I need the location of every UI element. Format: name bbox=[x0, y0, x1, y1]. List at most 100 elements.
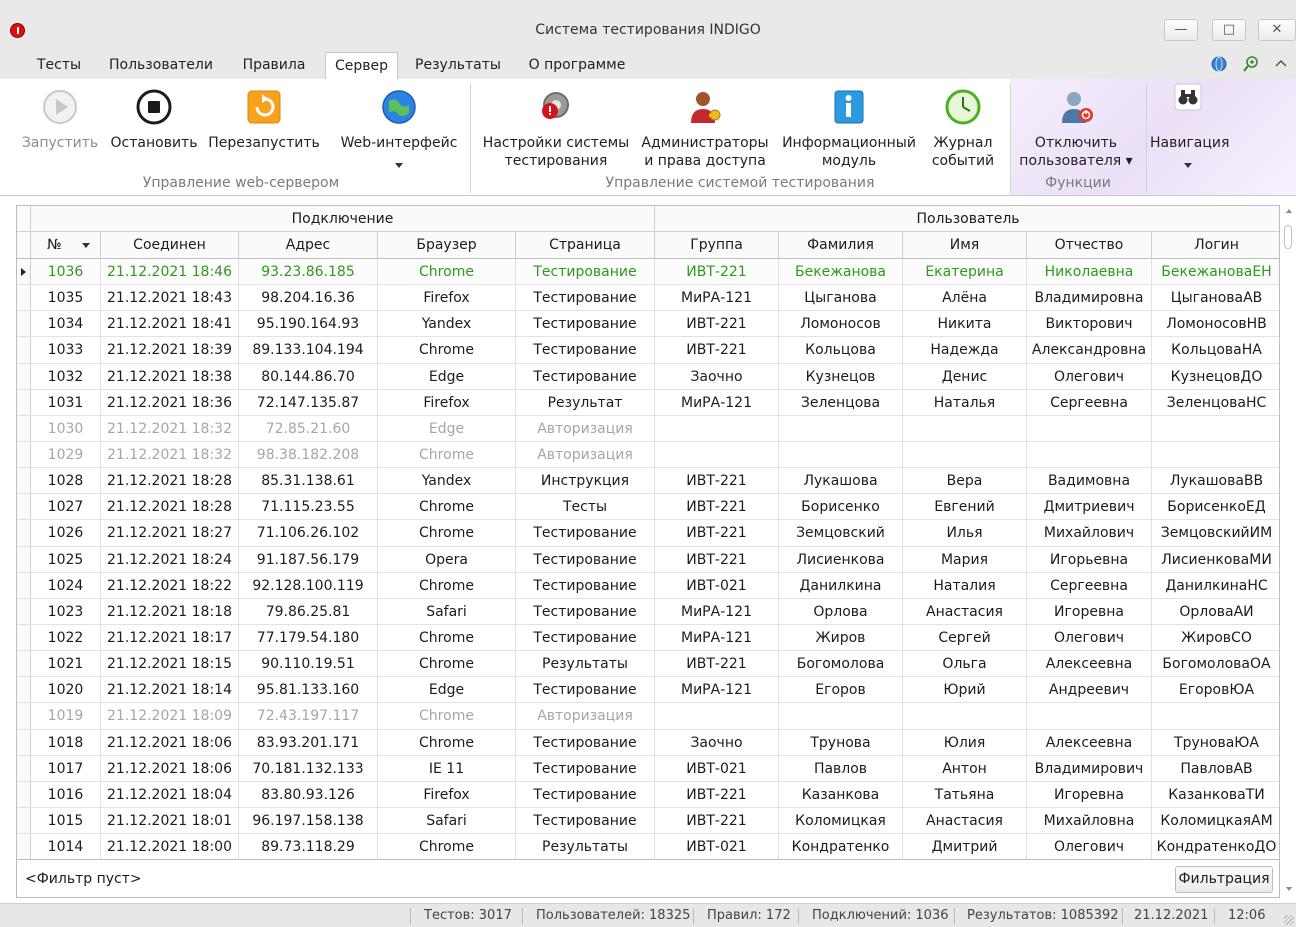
cell-address[interactable]: 92.128.100.119 bbox=[239, 572, 378, 598]
cell-num[interactable]: 1019 bbox=[31, 703, 101, 729]
cell-login[interactable]: ЗемцовскийИМ bbox=[1152, 520, 1279, 545]
cell-surname[interactable]: Лукашова bbox=[779, 468, 903, 494]
cell-connected[interactable]: 21.12.2021 18:39 bbox=[101, 337, 239, 363]
cell-group[interactable]: ИВТ-221 bbox=[655, 468, 779, 494]
cell-login[interactable]: ЕгоровЮА bbox=[1152, 677, 1279, 702]
cell-connected[interactable]: 21.12.2021 18:32 bbox=[101, 415, 239, 441]
row-indicator[interactable] bbox=[17, 415, 31, 441]
header-group[interactable]: Группа bbox=[655, 232, 779, 259]
cell-browser[interactable]: Chrome bbox=[378, 337, 516, 363]
cell-name[interactable]: Анастасия bbox=[903, 598, 1027, 624]
cell-address[interactable]: 96.197.158.138 bbox=[239, 807, 378, 834]
cell-address[interactable]: 98.204.16.36 bbox=[239, 285, 378, 311]
cell-browser[interactable]: Chrome bbox=[378, 624, 516, 651]
cell-page[interactable]: Авторизация bbox=[516, 703, 655, 729]
cell-num[interactable]: 1032 bbox=[31, 363, 101, 389]
cell-patronymic[interactable]: Алексеевна bbox=[1027, 729, 1152, 755]
cell-num[interactable]: 1023 bbox=[31, 598, 101, 624]
table-row[interactable]: 1023 21.12.2021 18:18 79.86.25.81 Safari Тес… bbox=[17, 598, 1279, 625]
cell-name[interactable]: Екатерина bbox=[903, 259, 1027, 285]
start-button[interactable]: Запустить bbox=[20, 79, 100, 179]
header-number[interactable]: № bbox=[31, 232, 101, 259]
table-row[interactable]: 1027 21.12.2021 18:28 71.115.23.55 Chrome Те… bbox=[17, 494, 1279, 521]
cell-surname[interactable]: Кузнецов bbox=[779, 363, 903, 389]
cell-connected[interactable]: 21.12.2021 18:41 bbox=[101, 311, 239, 337]
cell-patronymic[interactable]: Владимирович bbox=[1027, 755, 1152, 781]
cell-browser[interactable]: Chrome bbox=[378, 441, 516, 468]
cell-browser[interactable]: Chrome bbox=[378, 494, 516, 520]
row-indicator[interactable] bbox=[17, 807, 31, 834]
row-indicator[interactable] bbox=[17, 311, 31, 337]
tab-tests[interactable]: Тесты bbox=[28, 52, 90, 79]
cell-connected[interactable]: 21.12.2021 18:17 bbox=[101, 624, 239, 651]
cell-patronymic[interactable]: Владимировна bbox=[1027, 285, 1152, 311]
cell-connected[interactable]: 21.12.2021 18:27 bbox=[101, 520, 239, 546]
cell-address[interactable]: 72.43.197.117 bbox=[239, 703, 378, 729]
help-globe-icon[interactable] bbox=[1210, 55, 1228, 73]
cell-group[interactable]: МиРА-121 bbox=[655, 677, 779, 703]
admins-button[interactable]: Администраторы и права доступа bbox=[640, 79, 770, 179]
cell-address[interactable]: 95.190.164.93 bbox=[239, 311, 378, 337]
cell-patronymic[interactable]: Игоревна bbox=[1027, 781, 1152, 807]
cell-connected[interactable]: 21.12.2021 18:09 bbox=[101, 703, 239, 729]
cell-name[interactable] bbox=[903, 703, 1027, 729]
cell-name[interactable]: Дмитрий bbox=[903, 834, 1027, 859]
cell-login[interactable]: КольцоваНА bbox=[1152, 337, 1279, 362]
cell-login[interactable]: КазанковаТИ bbox=[1152, 782, 1279, 807]
cell-address[interactable]: 90.110.19.51 bbox=[239, 651, 378, 677]
close-button[interactable]: ✕ bbox=[1258, 19, 1296, 41]
cell-login[interactable]: ЦыгановаАВ bbox=[1152, 285, 1279, 310]
cell-num[interactable]: 1015 bbox=[31, 807, 101, 834]
table-row[interactable]: 1017 21.12.2021 18:06 70.181.132.133 IE 11 Т… bbox=[17, 755, 1279, 782]
cell-browser[interactable]: Safari bbox=[378, 598, 516, 624]
table-row[interactable]: 1033 21.12.2021 18:39 89.133.104.194 Chrome… bbox=[17, 337, 1279, 364]
row-indicator[interactable] bbox=[17, 572, 31, 598]
cell-surname[interactable]: Жиров bbox=[779, 624, 903, 651]
cell-patronymic[interactable]: Александровна bbox=[1027, 337, 1152, 363]
row-indicator[interactable] bbox=[17, 337, 31, 363]
cell-group[interactable]: ИВТ-221 bbox=[655, 494, 779, 520]
cell-login[interactable]: ЗеленцоваНС bbox=[1152, 390, 1279, 415]
cell-num[interactable]: 1030 bbox=[31, 415, 101, 441]
cell-name[interactable]: Татьяна bbox=[903, 781, 1027, 807]
cell-surname[interactable]: Данилкина bbox=[779, 572, 903, 598]
cell-group[interactable]: ИВТ-221 bbox=[655, 651, 779, 677]
table-row[interactable]: 1030 21.12.2021 18:32 72.85.21.60 Edge Автор… bbox=[17, 415, 1279, 442]
cell-address[interactable]: 85.31.138.61 bbox=[239, 468, 378, 494]
cell-surname[interactable]: Павлов bbox=[779, 755, 903, 781]
cell-group[interactable]: МиРА-121 bbox=[655, 285, 779, 311]
cell-num[interactable]: 1022 bbox=[31, 624, 101, 651]
cell-group[interactable]: ИВТ-221 bbox=[655, 259, 779, 285]
cell-num[interactable]: 1028 bbox=[31, 468, 101, 494]
cell-num[interactable]: 1033 bbox=[31, 337, 101, 363]
row-indicator[interactable] bbox=[17, 677, 31, 703]
cell-login[interactable]: ЖировСО bbox=[1152, 625, 1279, 650]
cell-browser[interactable]: Firefox bbox=[378, 285, 516, 311]
cell-name[interactable]: Анастасия bbox=[903, 807, 1027, 834]
minimize-button[interactable]: — bbox=[1164, 19, 1198, 41]
cell-patronymic[interactable]: Михайлович bbox=[1027, 520, 1152, 546]
row-indicator[interactable] bbox=[17, 703, 31, 729]
navigation-button[interactable]: Навигация bbox=[1150, 79, 1229, 179]
cell-name[interactable]: Наталья bbox=[903, 389, 1027, 415]
cell-page[interactable]: Тестирование bbox=[516, 572, 655, 598]
cell-group[interactable]: ИВТ-221 bbox=[655, 546, 779, 572]
cell-browser[interactable]: Chrome bbox=[378, 651, 516, 677]
table-row[interactable]: 1020 21.12.2021 18:14 95.81.133.160 Edge Тес… bbox=[17, 677, 1279, 704]
cell-page[interactable]: Тестирование bbox=[516, 677, 655, 703]
cell-page[interactable]: Тесты bbox=[516, 494, 655, 520]
cell-name[interactable] bbox=[903, 441, 1027, 468]
cell-group[interactable] bbox=[655, 441, 779, 468]
table-row[interactable]: 1018 21.12.2021 18:06 83.93.201.171 Chrome Т… bbox=[17, 729, 1279, 756]
filter-button[interactable]: Фильтрация bbox=[1175, 866, 1273, 893]
cell-name[interactable]: Юрий bbox=[903, 677, 1027, 703]
cell-patronymic[interactable]: Андреевич bbox=[1027, 677, 1152, 703]
disconnect-user-button[interactable]: Отключить пользователя ▾ bbox=[1014, 79, 1138, 179]
maximize-button[interactable]: □ bbox=[1212, 19, 1246, 41]
cell-login[interactable] bbox=[1152, 416, 1279, 441]
cell-patronymic[interactable]: Олегович bbox=[1027, 624, 1152, 651]
cell-patronymic[interactable]: Дмитриевич bbox=[1027, 494, 1152, 520]
cell-page[interactable]: Результат bbox=[516, 389, 655, 415]
cell-browser[interactable]: IE 11 bbox=[378, 755, 516, 781]
cell-connected[interactable]: 21.12.2021 18:24 bbox=[101, 546, 239, 572]
